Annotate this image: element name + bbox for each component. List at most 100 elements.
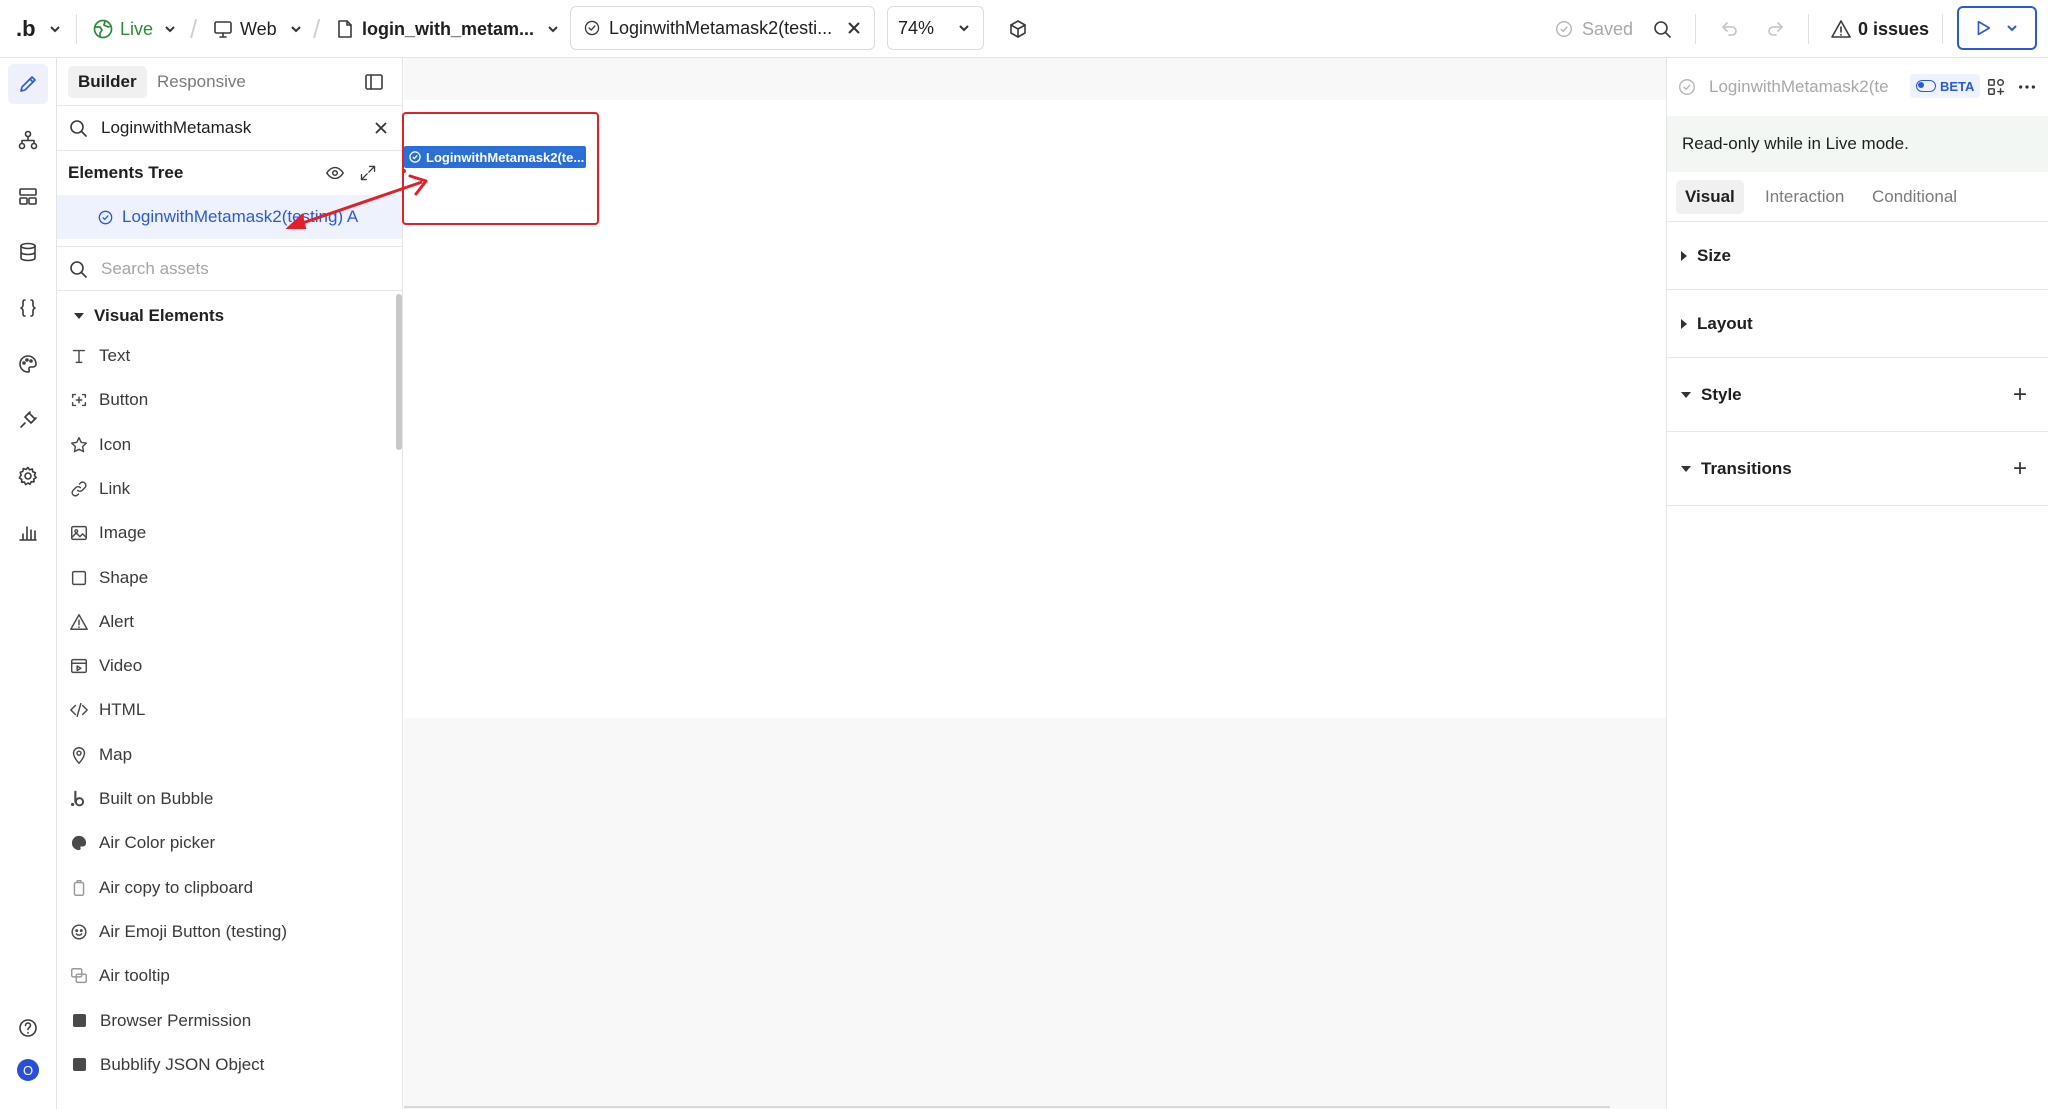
rail-styles[interactable]	[8, 344, 48, 384]
add-icon[interactable]: +	[2013, 381, 2027, 409]
element-item-button[interactable]: Button	[57, 378, 397, 422]
open-element-tab[interactable]: LoginwithMetamask2(testi...	[570, 6, 875, 50]
search-button[interactable]	[1651, 0, 1673, 58]
element-item-built-on-bubble[interactable]: Built on Bubble	[57, 777, 397, 821]
caret-down-icon	[74, 313, 84, 319]
section-size[interactable]: Size	[1667, 222, 2048, 290]
file-icon	[338, 20, 352, 38]
icon-rail: O	[0, 58, 57, 1109]
close-icon[interactable]	[846, 20, 862, 36]
tab-visual[interactable]: Visual	[1676, 180, 1744, 214]
chevron-down-icon	[290, 26, 301, 33]
platform-label: Web	[240, 18, 277, 39]
visual-elements-header[interactable]: Visual Elements	[57, 294, 402, 338]
rail-templates[interactable]	[8, 176, 48, 216]
plug-icon	[20, 411, 37, 428]
rail-design[interactable]	[8, 64, 48, 104]
zoom-selector[interactable]: 74%	[887, 6, 984, 50]
section-transitions[interactable]: Transitions +	[1667, 432, 2048, 506]
components-icon[interactable]	[1986, 77, 2006, 97]
bar-chart-icon	[19, 526, 37, 541]
chevron-down-icon	[49, 26, 60, 33]
sidebar-toggle-icon[interactable]	[363, 71, 385, 93]
element-item-air-copy-to-clipboard[interactable]: Air copy to clipboard	[57, 866, 397, 910]
highlight-box	[402, 112, 599, 225]
clear-search-icon[interactable]	[373, 120, 389, 136]
globe-icon	[93, 19, 113, 39]
rail-help[interactable]	[8, 1008, 48, 1048]
element-title: LoginwithMetamask2(te	[1709, 77, 1889, 96]
element-item-label: Browser Permission	[100, 1010, 252, 1030]
tab-conditional[interactable]: Conditional	[1863, 180, 1966, 214]
tree-item-selected[interactable]: LoginwithMetamask2(testing) A	[57, 195, 402, 239]
live-status: Live	[120, 18, 154, 39]
element-search-input[interactable]: LoginwithMetamask	[101, 118, 251, 138]
rail-logs[interactable]	[8, 512, 48, 552]
section-layout[interactable]: Layout	[1667, 290, 2048, 358]
element-item-air-emoji-button-testing[interactable]: Air Emoji Button (testing)	[57, 910, 397, 954]
tab-interaction[interactable]: Interaction	[1756, 180, 1853, 214]
more-icon[interactable]	[2017, 77, 2037, 97]
element-item-image[interactable]: Image	[57, 511, 397, 555]
separator-slash: /	[190, 14, 198, 44]
expand-icon[interactable]	[359, 164, 377, 182]
user-avatar[interactable]: O	[8, 1050, 48, 1090]
tree-item-label: LoginwithMetamask2(testing) A	[122, 207, 359, 226]
element-item-alert[interactable]: Alert	[57, 600, 397, 644]
element-item-video[interactable]: Video	[57, 644, 397, 688]
gear-icon	[18, 466, 37, 486]
element-item-air-tooltip[interactable]: Air tooltip	[57, 954, 397, 998]
element-search: LoginwithMetamask	[57, 106, 402, 151]
element-item-label: Link	[99, 478, 131, 498]
scrollbar[interactable]	[396, 294, 402, 450]
element-item-label: Air Color picker	[99, 833, 216, 853]
element-item-link[interactable]: Link	[57, 467, 397, 511]
undo-button[interactable]	[1718, 0, 1740, 58]
element-item-text[interactable]: Text	[57, 334, 397, 378]
page-selector[interactable]: login_with_metam...	[334, 0, 560, 58]
asset-search-input[interactable]: Search assets	[101, 259, 209, 279]
tab-responsive[interactable]: Responsive	[147, 66, 256, 98]
rail-data[interactable]	[8, 232, 48, 272]
preview-button[interactable]	[1957, 6, 2037, 50]
search-icon	[70, 260, 87, 278]
palette-icon	[71, 836, 87, 851]
element-item-html[interactable]: HTML	[57, 688, 397, 732]
beta-toggle[interactable]: BETA	[1910, 74, 1981, 98]
redo-button[interactable]	[1765, 0, 1787, 58]
eye-icon[interactable]	[325, 163, 345, 183]
element-item-label: HTML	[99, 700, 146, 720]
app-menu[interactable]: .b	[16, 0, 62, 58]
element-item-shape[interactable]: Shape	[57, 556, 397, 600]
element-item-icon[interactable]: Icon	[57, 423, 397, 467]
code-icon	[70, 703, 88, 718]
section-style[interactable]: Style +	[1667, 358, 2048, 432]
rail-workflow[interactable]	[8, 120, 48, 160]
issues-label: 0 issues	[1858, 18, 1930, 39]
rail-plugins[interactable]	[8, 400, 48, 440]
play-icon	[1977, 20, 1991, 36]
element-item-label: Air tooltip	[99, 966, 170, 986]
search-icon	[70, 120, 87, 137]
workflow-icon	[18, 130, 38, 150]
element-item-air-color-picker[interactable]: Air Color picker	[57, 821, 397, 865]
panel-tabs: Builder Responsive	[57, 58, 402, 106]
chevron-down-icon	[548, 26, 558, 33]
platform-selector[interactable]: Web	[212, 0, 303, 58]
canvas-scrollbar[interactable]	[404, 1106, 1610, 1108]
element-item-browser-permission[interactable]: Browser Permission	[57, 999, 397, 1043]
element-item-label: Shape	[99, 567, 149, 587]
element-item-map[interactable]: Map	[57, 733, 397, 777]
divider	[76, 14, 77, 44]
rail-code[interactable]	[8, 288, 48, 328]
tab-builder[interactable]: Builder	[68, 66, 147, 98]
rail-settings[interactable]	[8, 456, 48, 496]
element-item-bubblify-json-object[interactable]: Bubblify JSON Object	[57, 1043, 397, 1087]
avatar: O	[17, 1059, 39, 1081]
add-icon[interactable]: +	[2013, 455, 2027, 483]
issues-button[interactable]: 0 issues	[1830, 0, 1929, 58]
live-selector[interactable]: Live	[92, 0, 177, 58]
preview-3d-button[interactable]	[1007, 0, 1029, 58]
plugin-check-icon	[584, 20, 600, 36]
database-icon	[20, 242, 36, 262]
